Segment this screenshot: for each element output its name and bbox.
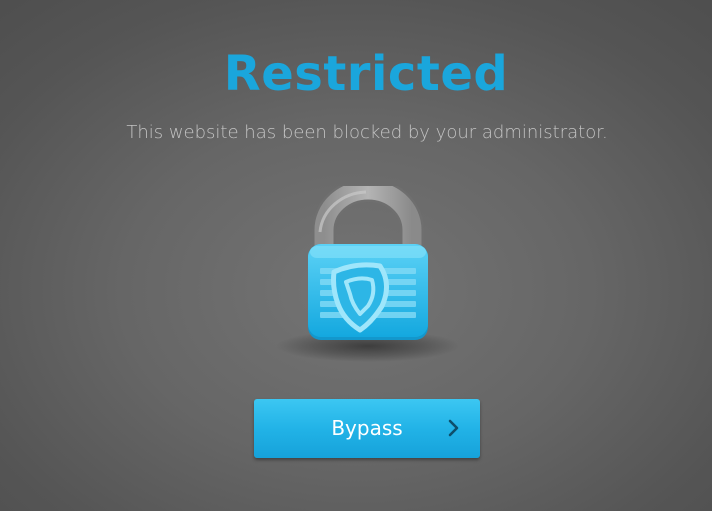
page-title: Restricted bbox=[223, 46, 509, 102]
bypass-button[interactable]: Bypass bbox=[254, 399, 480, 458]
padlock-shield-icon bbox=[268, 178, 468, 366]
blocked-message: This website has been blocked by your ad… bbox=[126, 122, 608, 143]
chevron-right-icon bbox=[447, 419, 461, 437]
